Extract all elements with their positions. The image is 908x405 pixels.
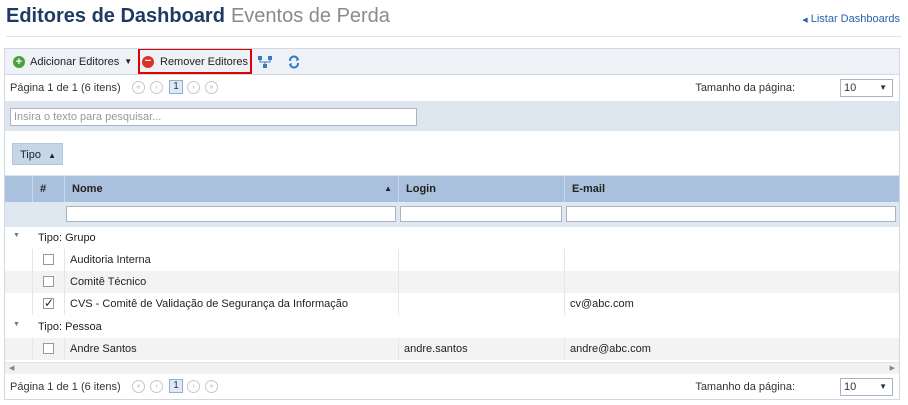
col-number[interactable]: #: [32, 176, 64, 202]
editors-panel: + Adicionar Editores ▼ − Remover Editore…: [4, 48, 900, 400]
page-number[interactable]: 1: [169, 80, 183, 94]
row-login: andre.santos: [398, 338, 564, 360]
pager-top: Página 1 de 1 (6 itens) « ‹ 1 › » Tamanh…: [5, 75, 899, 101]
table-row[interactable]: ✓ CVS - Comitê de Validação de Segurança…: [5, 293, 899, 315]
group-row[interactable]: ▼ Tipo: Pessoa: [5, 316, 899, 338]
page-size-label: Tamanho da página:: [695, 381, 795, 393]
list-dashboards-link[interactable]: ◀ Listar Dashboards: [802, 13, 900, 25]
first-page-icon[interactable]: «: [132, 81, 145, 94]
col-login[interactable]: Login: [398, 176, 564, 202]
page-size-label: Tamanho da página:: [695, 82, 795, 94]
grid-header: # Nome ▲ Login E-mail: [5, 176, 899, 202]
pager-summary: Página 1 de 1 (6 itens): [10, 381, 121, 393]
row-name: CVS - Comitê de Validação de Segurança d…: [64, 293, 398, 315]
row-email: [564, 271, 899, 293]
row-name: Auditoria Interna: [64, 249, 398, 271]
row-email: cv@abc.com: [564, 293, 899, 315]
last-page-icon[interactable]: »: [205, 380, 218, 393]
sort-up-icon: ▲: [384, 184, 392, 193]
search-bar: Insira o texto para pesquisar...: [5, 101, 899, 131]
page-size-select[interactable]: 10 ▼: [840, 378, 893, 396]
pager-summary: Página 1 de 1 (6 itens): [10, 82, 121, 94]
hierarchy-button[interactable]: [257, 53, 273, 70]
chevron-down-icon: ▼: [879, 382, 887, 391]
row-checkbox-checked[interactable]: ✓: [43, 297, 54, 309]
row-checkbox[interactable]: [43, 254, 54, 265]
row-login: [398, 293, 564, 315]
refresh-button[interactable]: [287, 53, 301, 70]
group-panel: Tipo ▲: [5, 131, 899, 176]
group-by-tipo[interactable]: Tipo ▲: [12, 143, 63, 165]
collapse-icon[interactable]: ▼: [13, 232, 20, 239]
toolbar: + Adicionar Editores ▼ − Remover Editore…: [5, 49, 899, 75]
login-filter-input[interactable]: [400, 206, 562, 222]
group-row[interactable]: ▼ Tipo: Grupo: [5, 227, 899, 249]
add-icon: +: [13, 55, 25, 68]
next-page-icon[interactable]: ›: [187, 81, 200, 94]
chevron-down-icon: ▼: [879, 83, 887, 92]
table-row[interactable]: Andre Santos andre.santos andre@abc.com: [5, 338, 899, 360]
col-email[interactable]: E-mail: [564, 176, 899, 202]
triangle-left-icon: ◀: [802, 17, 808, 24]
row-name: Comitê Técnico: [64, 271, 398, 293]
name-filter-input[interactable]: [66, 206, 396, 222]
refresh-icon: [289, 55, 299, 68]
horizontal-scrollbar[interactable]: ◀ ▶: [5, 362, 899, 374]
table-row[interactable]: Comitê Técnico: [5, 271, 899, 293]
row-checkbox[interactable]: [43, 343, 54, 354]
row-email: [564, 249, 899, 271]
page-size-select[interactable]: 10 ▼: [840, 79, 893, 97]
row-login: [398, 271, 564, 293]
highlight-box: [138, 49, 252, 74]
add-editors-button[interactable]: + Adicionar Editores ▼: [13, 53, 132, 70]
page-number[interactable]: 1: [169, 379, 183, 393]
sort-up-icon: ▲: [48, 151, 56, 160]
header-divider: [6, 36, 902, 37]
filter-row: [5, 202, 899, 227]
col-name[interactable]: Nome ▲: [64, 176, 398, 202]
next-page-icon[interactable]: ›: [187, 380, 200, 393]
prev-page-icon[interactable]: ‹: [150, 81, 163, 94]
row-email: andre@abc.com: [564, 338, 899, 360]
page-title: Editores de Dashboard: [6, 5, 225, 27]
row-checkbox[interactable]: [43, 276, 54, 287]
chevron-down-icon: ▼: [124, 57, 133, 66]
hierarchy-icon: [258, 55, 272, 68]
row-name: Andre Santos: [64, 338, 398, 360]
pager-bottom: Página 1 de 1 (6 itens) « ‹ 1 › » Tamanh…: [5, 374, 899, 399]
email-filter-input[interactable]: [566, 206, 896, 222]
search-input[interactable]: Insira o texto para pesquisar...: [10, 108, 417, 126]
scroll-left-icon[interactable]: ◀: [9, 364, 14, 372]
prev-page-icon[interactable]: ‹: [150, 380, 163, 393]
page-header: Editores de Dashboard Eventos de Perda ◀ …: [6, 5, 902, 33]
last-page-icon[interactable]: »: [205, 81, 218, 94]
table-row[interactable]: Auditoria Interna: [5, 249, 899, 271]
scroll-right-icon[interactable]: ▶: [890, 364, 895, 372]
row-login: [398, 249, 564, 271]
first-page-icon[interactable]: «: [132, 380, 145, 393]
collapse-icon[interactable]: ▼: [13, 321, 20, 328]
page-subtitle: Eventos de Perda: [230, 5, 390, 27]
